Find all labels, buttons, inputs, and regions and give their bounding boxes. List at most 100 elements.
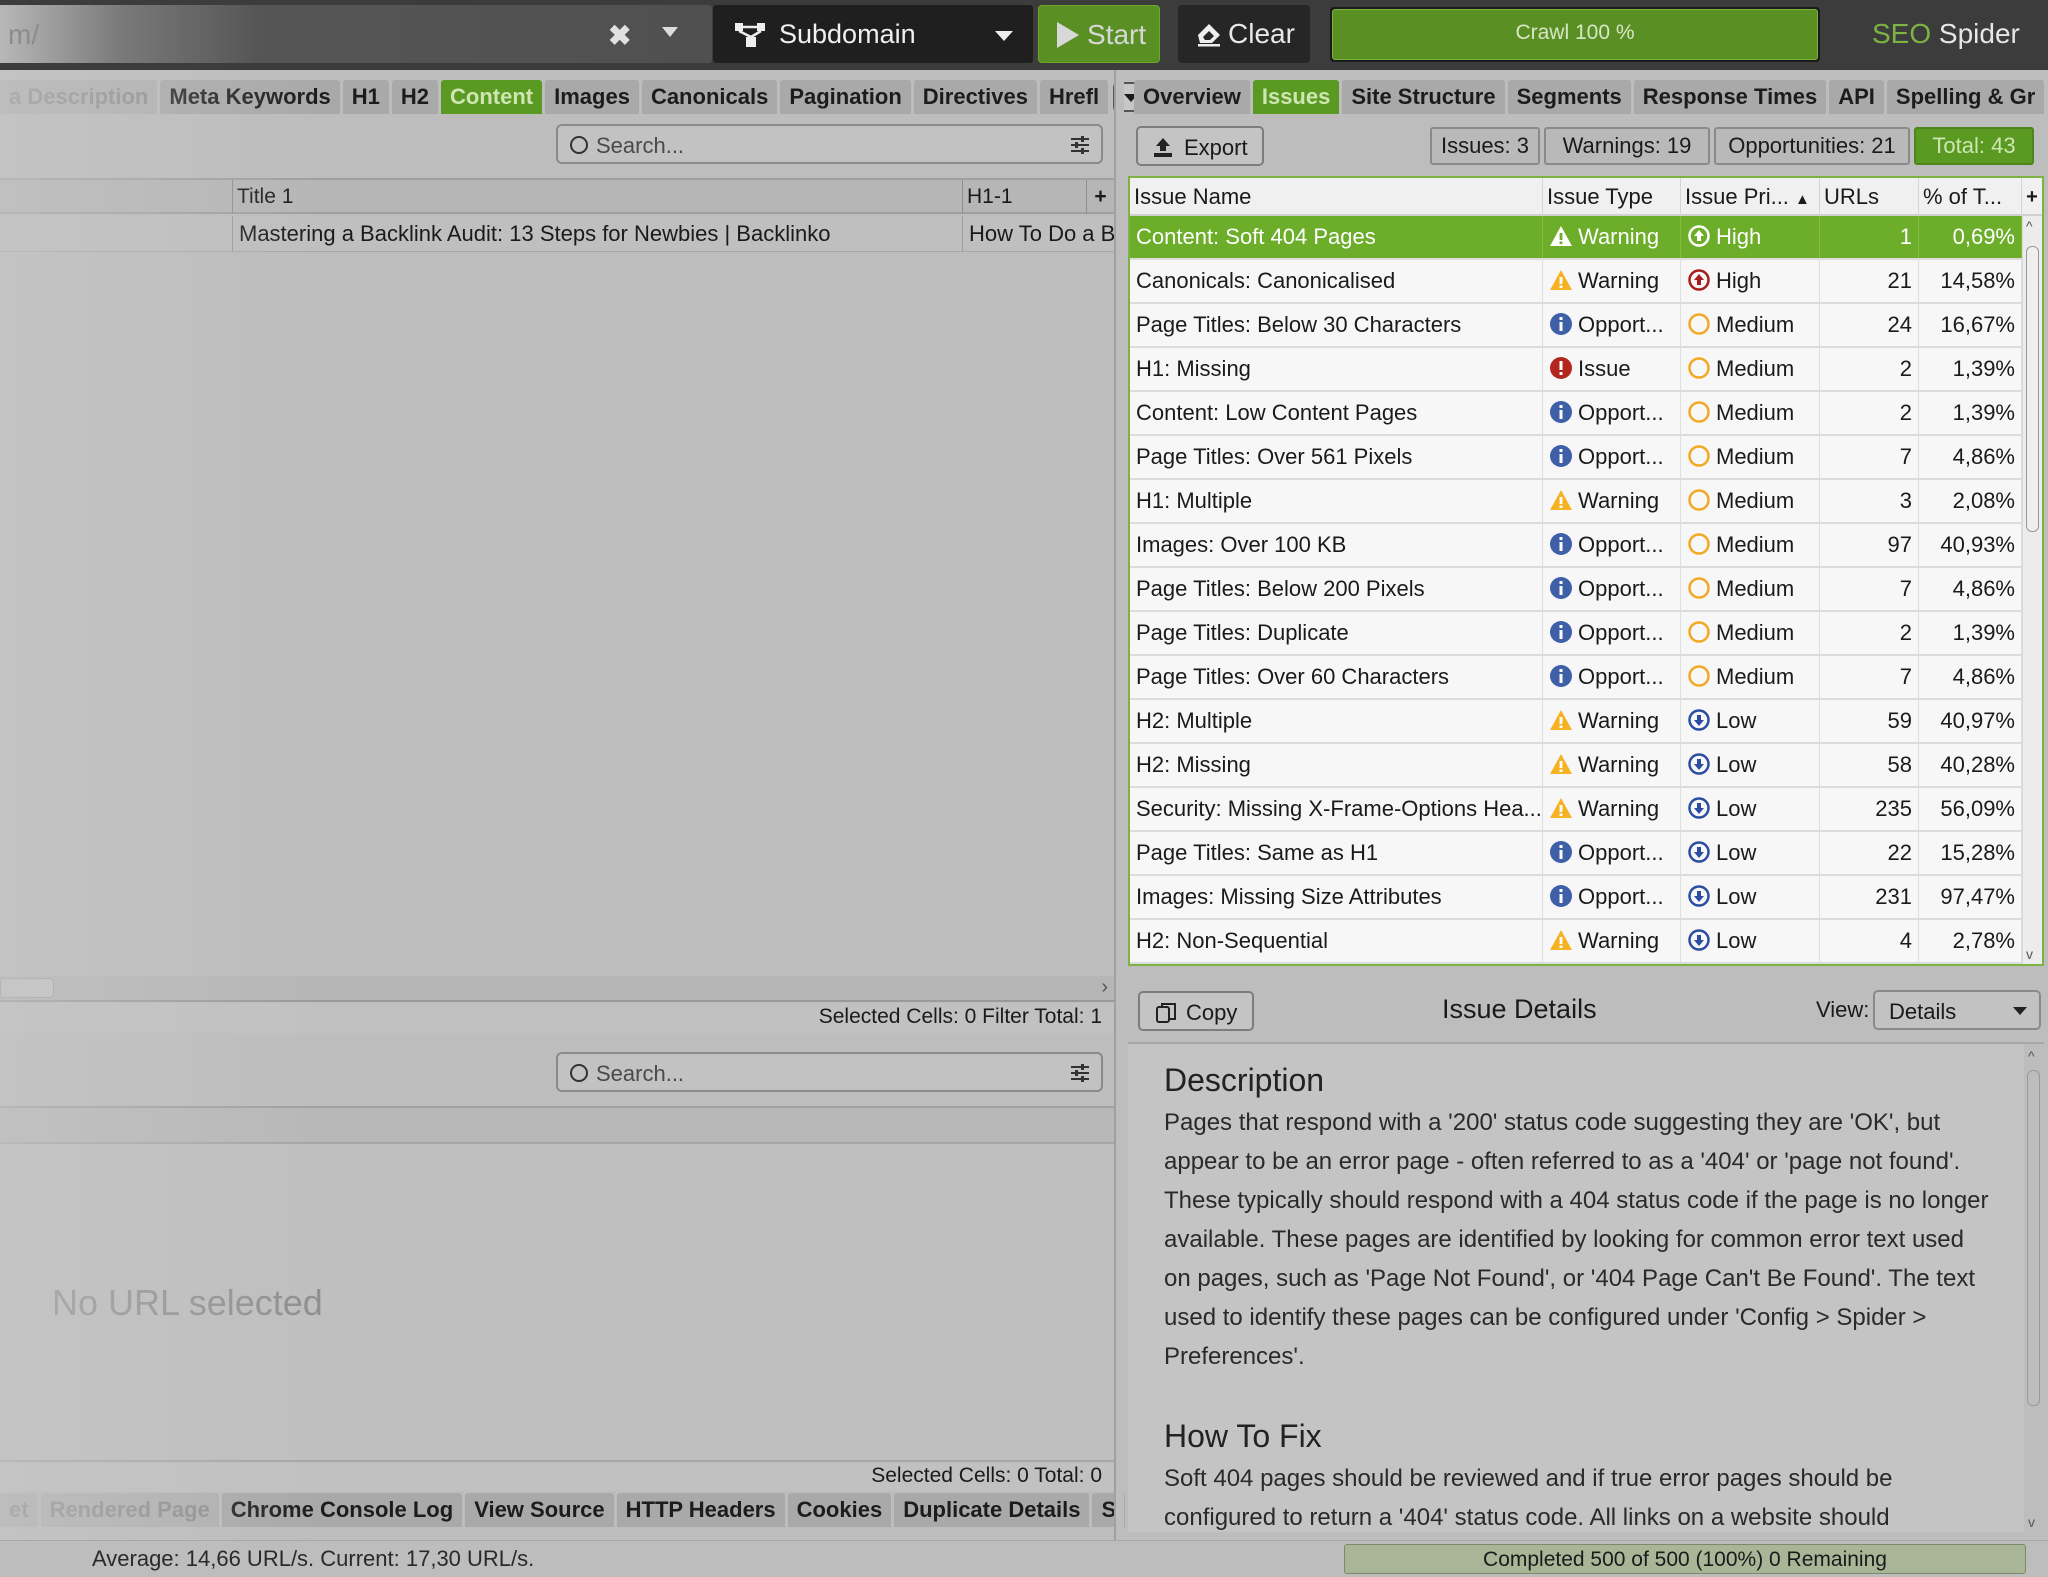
tab-spelling-gr[interactable]: Spelling & Gr: [1886, 80, 2045, 114]
issue-url-count: 58: [1820, 744, 1919, 786]
issue-row[interactable]: Images: Missing Size Attributes Opport...…: [1130, 876, 2022, 920]
tab-view-source[interactable]: View Source: [465, 1493, 614, 1527]
issues-vertical-scrollbar[interactable]: ^ v: [2022, 216, 2042, 964]
issue-row[interactable]: Page Titles: Duplicate Opport... Medium 2 1,…: [1130, 612, 2022, 656]
issue-type-label: Opport...: [1578, 576, 1664, 601]
column-header-issue-name[interactable]: Issue Name: [1130, 178, 1543, 216]
scrollbar-thumb[interactable]: [2027, 1070, 2040, 1406]
scroll-down-icon[interactable]: v: [2026, 946, 2033, 962]
issue-type: Warning: [1543, 788, 1681, 830]
tab-hrefl[interactable]: Hrefl: [1039, 80, 1109, 114]
export-button[interactable]: Export: [1136, 126, 1264, 166]
scroll-right-icon[interactable]: ›: [1101, 976, 1108, 999]
issue-row[interactable]: Content: Soft 404 Pages Warning High 1 0,69%: [1130, 216, 2022, 260]
issue-url-count: 7: [1820, 436, 1919, 478]
add-column-button[interactable]: +: [1086, 180, 1114, 214]
tab-duplicate-details[interactable]: Duplicate Details: [894, 1493, 1090, 1527]
issue-priority-label: High: [1716, 268, 1762, 293]
tab-images[interactable]: Images: [545, 80, 639, 114]
view-label: View:: [1816, 997, 1870, 1022]
filter-settings-icon[interactable]: [1069, 134, 1091, 156]
tab-content[interactable]: Content: [441, 80, 543, 114]
horizontal-scrollbar[interactable]: ›: [0, 976, 1114, 1002]
tab-h1[interactable]: H1: [342, 80, 389, 114]
issue-url-count: 235: [1820, 788, 1919, 830]
tab-segments[interactable]: Segments: [1507, 80, 1631, 114]
warnings-count-badge[interactable]: Warnings: 19: [1544, 127, 1710, 165]
scrollbar-thumb[interactable]: [0, 978, 54, 998]
issue-row[interactable]: Page Titles: Over 561 Pixels Opport... Med…: [1130, 436, 2022, 480]
tab-a-description[interactable]: a Description: [0, 80, 158, 114]
details-vertical-scrollbar[interactable]: ^ v: [2024, 1044, 2044, 1532]
issue-row[interactable]: H1: Multiple Warning Medium 3 2,08%: [1130, 480, 2022, 524]
copy-label: Copy: [1186, 1000, 1238, 1025]
view-select[interactable]: Details: [1873, 990, 2041, 1030]
tab-rendered-page[interactable]: Rendered Page: [40, 1493, 219, 1527]
tab-http-headers[interactable]: HTTP Headers: [616, 1493, 785, 1527]
tab-issues[interactable]: Issues: [1252, 80, 1340, 114]
opportunities-count-badge[interactable]: Opportunities: 21: [1714, 127, 1910, 165]
issue-row[interactable]: H2: Multiple Warning Low 59 40,97%: [1130, 700, 2022, 744]
tab-api[interactable]: API: [1829, 80, 1884, 114]
tab-chrome-console-log[interactable]: Chrome Console Log: [221, 1493, 463, 1527]
column-header-h1-1[interactable]: H1-1: [962, 180, 1086, 214]
issue-row[interactable]: H2: Missing Warning Low 58 40,28%: [1130, 744, 2022, 788]
issue-url-count: 1: [1820, 216, 1919, 258]
scroll-up-icon[interactable]: ^: [2028, 1048, 2035, 1064]
issue-type-label: Warning: [1578, 708, 1660, 733]
issue-row[interactable]: Security: Missing X-Frame-Options Hea...…: [1130, 788, 2022, 832]
scrollbar-thumb[interactable]: [2026, 246, 2039, 532]
issue-url-count: 2: [1820, 392, 1919, 434]
issue-row[interactable]: Page Titles: Below 200 Pixels Opport... Me…: [1130, 568, 2022, 612]
add-column-button[interactable]: +: [2022, 178, 2042, 216]
issues-count-badge[interactable]: Issues: 3: [1430, 127, 1540, 165]
table-row[interactable]: Mastering a Backlink Audit: 13 Steps for…: [0, 216, 1114, 252]
tab-pagination[interactable]: Pagination: [780, 80, 911, 114]
issue-row[interactable]: Page Titles: Same as H1 Opport... Low 22 15,…: [1130, 832, 2022, 876]
lower-search-input[interactable]: Search...: [556, 1052, 1103, 1092]
column-header-percent-of-total[interactable]: % of T...: [1919, 178, 2022, 216]
upper-search-input[interactable]: Search...: [556, 124, 1103, 164]
issue-row[interactable]: Canonicals: Canonicalised Warning High 21 14…: [1130, 260, 2022, 304]
crawl-mode-select[interactable]: Subdomain: [713, 5, 1033, 63]
issue-row[interactable]: Page Titles: Over 60 Characters Opport...…: [1130, 656, 2022, 700]
priority-medium-icon: [1688, 313, 1710, 335]
opportunity-info-icon: [1550, 885, 1572, 907]
clear-url-icon[interactable]: ✖: [608, 19, 631, 52]
tab-directives[interactable]: Directives: [913, 80, 1037, 114]
scroll-down-icon[interactable]: v: [2028, 1514, 2035, 1530]
issue-priority: Low: [1681, 876, 1820, 918]
issue-name: H2: Multiple: [1130, 700, 1543, 742]
column-header-issue-priority[interactable]: Issue Pri... ▲: [1681, 178, 1820, 216]
pane-divider[interactable]: [1114, 70, 1124, 1540]
url-history-dropdown-icon[interactable]: [662, 27, 678, 37]
tab-et[interactable]: et: [0, 1493, 38, 1527]
tab-h2[interactable]: H2: [391, 80, 439, 114]
column-header-urls[interactable]: URLs: [1820, 178, 1919, 216]
tab-cookies[interactable]: Cookies: [787, 1493, 892, 1527]
issue-row[interactable]: H1: Missing Issue Medium 2 1,39%: [1130, 348, 2022, 392]
tab-site-structure[interactable]: Site Structure: [1342, 80, 1505, 114]
tab-canonicals[interactable]: Canonicals: [641, 80, 778, 114]
filter-settings-icon[interactable]: [1069, 1062, 1091, 1084]
tab-overview[interactable]: Overview: [1134, 80, 1250, 114]
issue-row[interactable]: H2: Non-Sequential Warning Low 4 2,78%: [1130, 920, 2022, 964]
issue-row[interactable]: Content: Low Content Pages Opport... Mediu…: [1130, 392, 2022, 436]
tab-meta-keywords[interactable]: Meta Keywords: [160, 80, 340, 114]
total-count-badge[interactable]: Total: 43: [1914, 127, 2034, 165]
copy-button[interactable]: Copy: [1138, 991, 1254, 1031]
tab-response-times[interactable]: Response Times: [1633, 80, 1827, 114]
url-input[interactable]: m/ ✖: [0, 5, 712, 63]
issue-priority-label: Medium: [1716, 488, 1795, 513]
column-header-title-1[interactable]: Title 1: [232, 180, 962, 214]
search-icon: [570, 136, 588, 154]
issue-type-label: Issue: [1578, 356, 1631, 381]
scroll-up-icon[interactable]: ^: [2026, 218, 2033, 234]
issue-type: Issue: [1543, 348, 1681, 390]
column-header-issue-type[interactable]: Issue Type: [1543, 178, 1681, 216]
issue-percent-of-total: 14,58%: [1919, 260, 2022, 302]
issue-row[interactable]: Images: Over 100 KB Opport... Medium 97 40,9…: [1130, 524, 2022, 568]
issue-row[interactable]: Page Titles: Below 30 Characters Opport..…: [1130, 304, 2022, 348]
start-button[interactable]: Start: [1038, 5, 1160, 63]
clear-button[interactable]: Clear: [1178, 5, 1310, 63]
